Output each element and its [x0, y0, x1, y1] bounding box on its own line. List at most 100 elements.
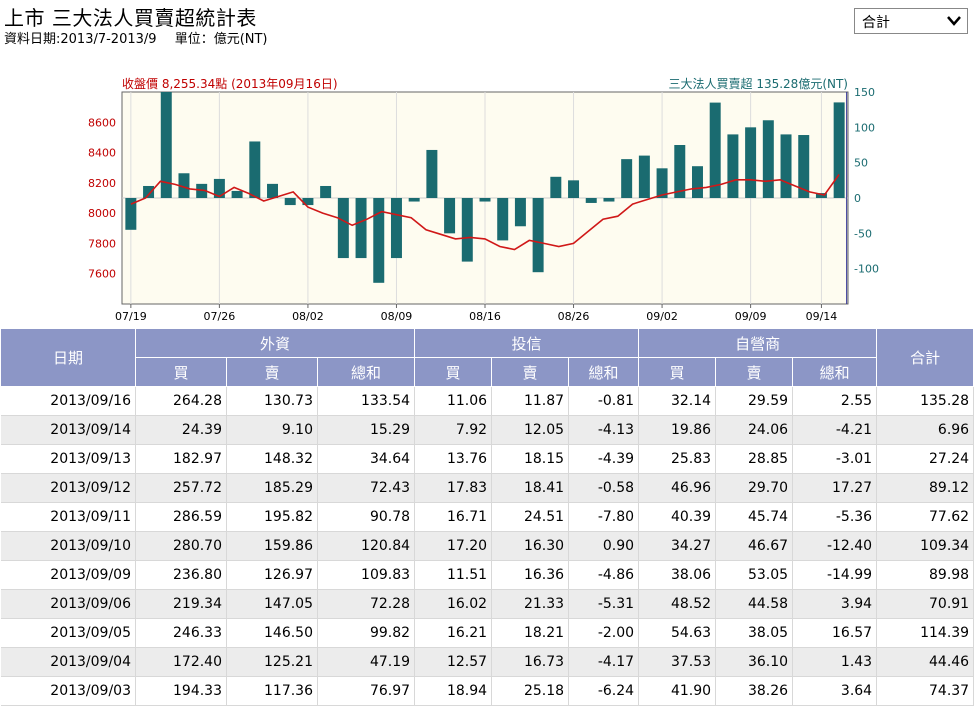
- cell-dealer-sell: 29.59: [715, 386, 794, 416]
- right-tick-label: -50: [854, 227, 872, 240]
- cell-trust-buy: 16.21: [414, 618, 493, 648]
- net-buy-bar: [249, 141, 261, 198]
- cell-foreign-sell: 9.10: [226, 415, 318, 445]
- cell-trust-net: -2.00: [568, 618, 640, 648]
- cell-trust-sell: 24.51: [491, 502, 570, 532]
- table-row: 2013/09/03 194.33 117.36 76.97 18.94 25.18 -6.…: [0, 676, 975, 706]
- cell-foreign-sell: 159.86: [226, 531, 318, 561]
- header-dealer-buy: 買: [638, 357, 717, 387]
- net-buy-bar: [762, 120, 774, 198]
- net-buy-bar: [621, 159, 633, 198]
- cell-foreign-net: 109.83: [317, 560, 416, 590]
- cell-dealer-buy: 34.27: [638, 531, 717, 561]
- cell-dealer-net: 3.94: [792, 589, 878, 619]
- institutional-table: 日期 外資 投信 自營商 合計 買 賣 總和 買 賣 總和 買 賣 總和 201…: [0, 328, 975, 706]
- cell-foreign-sell: 130.73: [226, 386, 318, 416]
- cell-dealer-sell: 28.85: [715, 444, 794, 474]
- cell-foreign-buy: 194.33: [135, 676, 227, 706]
- cell-foreign-buy: 246.33: [135, 618, 227, 648]
- right-tick-label: 100: [854, 121, 875, 134]
- cell-dealer-sell: 45.74: [715, 502, 794, 532]
- cell-trust-net: -7.80: [568, 502, 640, 532]
- net-buy-bar: [390, 198, 402, 259]
- net-buy-bar: [320, 185, 332, 198]
- cell-foreign-sell: 147.05: [226, 589, 318, 619]
- cell-trust-sell: 16.36: [491, 560, 570, 590]
- table-row: 2013/09/11 286.59 195.82 90.78 16.71 24.51 -7.…: [0, 502, 975, 532]
- cell-foreign-net: 72.28: [317, 589, 416, 619]
- cell-trust-net: -4.13: [568, 415, 640, 445]
- net-buy-bar: [497, 198, 509, 241]
- cell-total: 27.24: [876, 444, 975, 474]
- net-buy-bar: [638, 155, 650, 198]
- left-tick-label: 7800: [88, 237, 116, 250]
- cell-foreign-buy: 286.59: [135, 502, 227, 532]
- cell-dealer-net: -3.01: [792, 444, 878, 474]
- header-trust-buy: 買: [414, 357, 493, 387]
- cell-total: 74.37: [876, 676, 975, 706]
- cell-dealer-sell: 24.06: [715, 415, 794, 445]
- x-tick-label: 07/26: [204, 310, 236, 323]
- cell-foreign-net: 99.82: [317, 618, 416, 648]
- net-buy-bar: [143, 185, 155, 198]
- net-buy-bar: [550, 176, 562, 198]
- cell-foreign-sell: 117.36: [226, 676, 318, 706]
- net-buy-bar: [745, 127, 757, 198]
- cell-date: 2013/09/03: [0, 676, 136, 706]
- cell-trust-sell: 16.73: [491, 647, 570, 677]
- net-buy-bar: [444, 198, 456, 234]
- cell-trust-sell: 12.05: [491, 415, 570, 445]
- cell-foreign-net: 47.19: [317, 647, 416, 677]
- cell-dealer-net: 1.43: [792, 647, 878, 677]
- x-tick-label: 08/02: [292, 310, 324, 323]
- net-buy-bar: [373, 198, 385, 283]
- left-tick-label: 8200: [88, 177, 116, 190]
- cell-foreign-buy: 264.28: [135, 386, 227, 416]
- total-select[interactable]: 合計: [854, 8, 968, 34]
- net-buy-bar: [532, 198, 544, 273]
- cell-trust-sell: 18.21: [491, 618, 570, 648]
- right-tick-label: 150: [854, 86, 875, 99]
- cell-dealer-buy: 48.52: [638, 589, 717, 619]
- x-tick-label: 09/14: [806, 310, 838, 323]
- cell-foreign-net: 15.29: [317, 415, 416, 445]
- cell-foreign-sell: 148.32: [226, 444, 318, 474]
- cell-trust-net: -0.58: [568, 473, 640, 503]
- table-row: 2013/09/13 182.97 148.32 34.64 13.76 18.15 -4.…: [0, 444, 975, 474]
- cell-dealer-buy: 40.39: [638, 502, 717, 532]
- header-foreign-sell: 賣: [226, 357, 318, 387]
- cell-foreign-net: 90.78: [317, 502, 416, 532]
- cell-trust-buy: 11.51: [414, 560, 493, 590]
- cell-dealer-buy: 37.53: [638, 647, 717, 677]
- cell-dealer-buy: 46.96: [638, 473, 717, 503]
- cell-total: 135.28: [876, 386, 975, 416]
- cell-trust-buy: 11.06: [414, 386, 493, 416]
- cell-dealer-buy: 41.90: [638, 676, 717, 706]
- net-buy-bar: [461, 198, 473, 262]
- cell-trust-buy: 17.83: [414, 473, 493, 503]
- cell-foreign-net: 120.84: [317, 531, 416, 561]
- cell-trust-sell: 11.87: [491, 386, 570, 416]
- net-buy-bar: [709, 102, 721, 198]
- cell-trust-buy: 13.76: [414, 444, 493, 474]
- cell-date: 2013/09/04: [0, 647, 136, 677]
- header-trust-net: 總和: [568, 357, 640, 387]
- cell-trust-net: -4.17: [568, 647, 640, 677]
- cell-date: 2013/09/11: [0, 502, 136, 532]
- header-trust: 投信: [414, 328, 640, 358]
- cell-dealer-net: 16.57: [792, 618, 878, 648]
- net-buy-bar: [727, 134, 739, 198]
- cell-foreign-net: 34.64: [317, 444, 416, 474]
- net-buy-bar: [284, 198, 296, 206]
- cell-trust-net: -5.31: [568, 589, 640, 619]
- net-buy-bar: [603, 198, 615, 202]
- net-buy-bar: [568, 180, 580, 198]
- page-subtitle: 資料日期:2013/7-2013/9 單位：億元(NT): [4, 28, 268, 47]
- left-tick-label: 8600: [88, 116, 116, 129]
- unit-label: 單位：億元(NT): [174, 32, 268, 47]
- net-buy-bar: [780, 134, 792, 198]
- cell-dealer-buy: 19.86: [638, 415, 717, 445]
- cell-total: 114.39: [876, 618, 975, 648]
- header-foreign: 外資: [134, 328, 416, 358]
- cell-trust-buy: 7.92: [414, 415, 493, 445]
